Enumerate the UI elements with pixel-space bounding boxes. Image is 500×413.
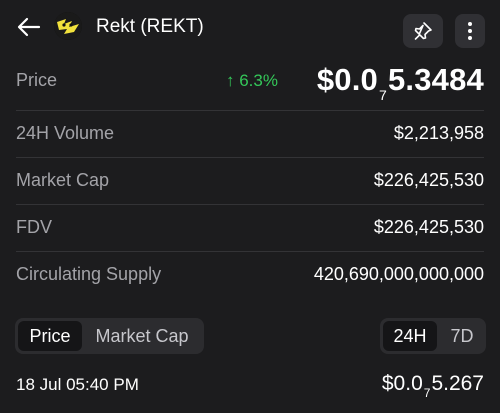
price-suffix: 5.3484 xyxy=(387,62,484,97)
chart-price-zero-count: 7 xyxy=(423,386,431,400)
chart-price: $0.075.267 xyxy=(382,372,484,400)
stat-label: Circulating Supply xyxy=(16,264,162,284)
stat-value: 420,690,000,000,000 xyxy=(313,264,484,284)
metric-toggle: Price Market Cap xyxy=(15,318,204,354)
stat-value: $2,213,958 xyxy=(393,123,484,143)
stat-value: $226,425,530 xyxy=(373,217,484,237)
tab-price[interactable]: Price xyxy=(18,321,82,351)
token-name: Rekt (REKT) xyxy=(96,16,204,37)
chart-timestamp: 18 Jul 05:40 PM xyxy=(16,375,139,394)
stat-row-24h-volume: 24H Volume $2,213,958 xyxy=(16,110,484,158)
range-toggle: 24H 7D xyxy=(380,318,486,354)
arrow-left-icon xyxy=(17,17,41,37)
tab-7d[interactable]: 7D xyxy=(440,321,484,351)
stat-row-fdv: FDV $226,425,530 xyxy=(16,204,484,252)
tab-24h[interactable]: 24H xyxy=(383,321,437,351)
stat-row-market-cap: Market Cap $226,425,530 xyxy=(16,157,484,205)
pin-button[interactable] xyxy=(403,14,443,48)
stat-row-circulating-supply: Circulating Supply 420,690,000,000,000 xyxy=(16,251,484,299)
chart-toggles: Price Market Cap 24H 7D xyxy=(0,318,500,354)
price-change: ↑ 6.3% xyxy=(226,71,278,90)
chart-readout: 18 Jul 05:40 PM $0.075.267 xyxy=(0,370,500,410)
token-logo xyxy=(54,12,82,40)
pin-icon xyxy=(414,22,432,40)
tab-market-cap[interactable]: Market Cap xyxy=(83,321,201,351)
back-button[interactable] xyxy=(14,12,44,42)
price-prefix: $0.0 xyxy=(316,62,378,97)
more-options-button[interactable] xyxy=(455,14,485,48)
price-zero-count: 7 xyxy=(378,87,387,103)
chart-price-prefix: $0.0 xyxy=(381,372,423,395)
stat-value: $226,425,530 xyxy=(373,170,484,190)
current-price: $0.075.3484 xyxy=(317,62,484,103)
stat-label: 24H Volume xyxy=(16,123,115,143)
price-label: Price xyxy=(16,70,58,90)
more-vertical-icon xyxy=(468,22,472,40)
chart-price-suffix: 5.267 xyxy=(431,372,484,395)
stat-label: FDV xyxy=(16,217,52,237)
price-row: Price ↑ 6.3% $0.075.3484 xyxy=(0,58,500,108)
header: Rekt (REKT) xyxy=(0,0,500,58)
stat-label: Market Cap xyxy=(16,170,110,190)
